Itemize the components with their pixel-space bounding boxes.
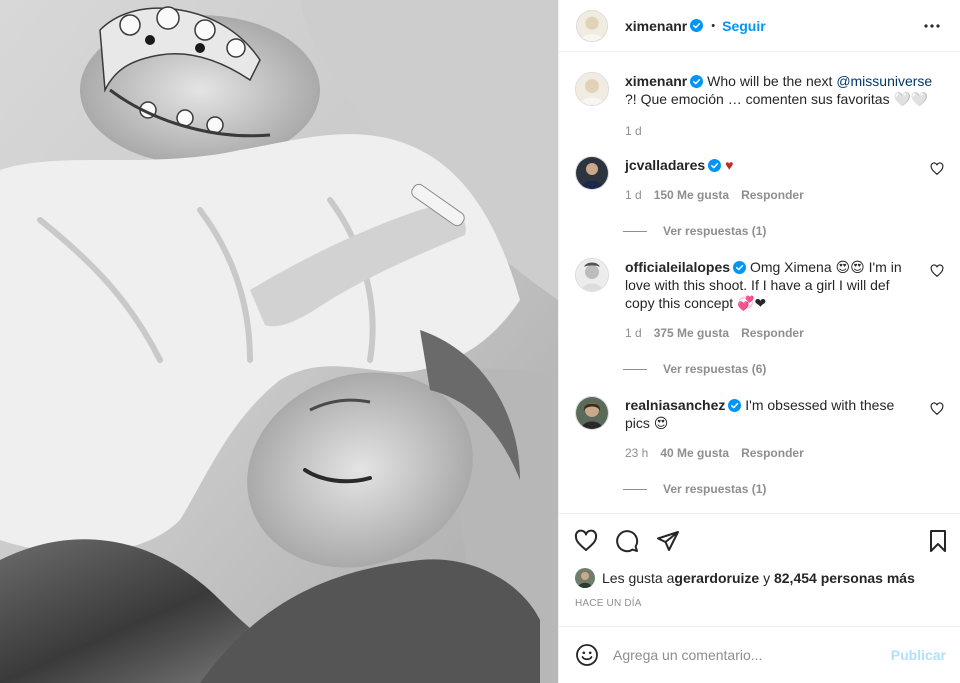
verified-badge-icon	[690, 75, 704, 88]
view-replies-button[interactable]: Ver respuestas (1)	[623, 482, 944, 496]
caption-username[interactable]: ximenanr	[625, 73, 687, 89]
verified-badge-icon	[728, 399, 742, 412]
comment-age[interactable]: 23 h	[625, 446, 648, 460]
caption-age[interactable]: 1 d	[625, 124, 642, 138]
more-horizontal-icon[interactable]	[920, 14, 944, 38]
comment-item: jcvalladares ♥ 1 d 150 Me gusta Responde…	[575, 156, 944, 202]
comment-heart-icon[interactable]	[930, 162, 944, 176]
caption-body: ximenanr Who will be the next @missunive…	[625, 72, 944, 138]
likes-summary: Les gusta a gerardoruize y 82,454 person…	[559, 568, 960, 588]
bookmark-icon[interactable]	[926, 529, 950, 553]
comment-like-count[interactable]: 375 Me gusta	[654, 326, 729, 340]
post-timestamp[interactable]: Hace un día	[559, 588, 960, 609]
view-replies-button[interactable]: Ver respuestas (6)	[623, 362, 944, 376]
paper-plane-icon[interactable]	[656, 529, 680, 553]
comment-bubble-icon[interactable]	[615, 529, 639, 553]
heart-icon[interactable]	[574, 529, 598, 553]
comment-like-count[interactable]: 150 Me gusta	[654, 188, 729, 202]
comment-text: officialeilalopes Omg Ximena 😍😍 I'm in l…	[625, 258, 918, 312]
verified-badge-icon	[733, 261, 747, 274]
liker-avatar[interactable]	[575, 568, 595, 588]
caption-author-avatar[interactable]	[575, 72, 609, 106]
comment-content: ♥	[725, 157, 734, 173]
post-photo-illustration	[0, 0, 558, 683]
comment-body: realniasanchez I'm obsessed with these p…	[625, 396, 944, 460]
comment-username[interactable]: realniasanchez	[625, 397, 725, 413]
comment-age[interactable]: 1 d	[625, 326, 642, 340]
comment-meta: 1 d 375 Me gusta Responder	[625, 326, 918, 340]
comment-meta: 23 h 40 Me gusta Responder	[625, 446, 918, 460]
author-avatar[interactable]	[576, 9, 608, 42]
view-replies-button[interactable]: Ver respuestas (1)	[623, 224, 944, 238]
post-photo[interactable]	[0, 0, 558, 683]
comment-item: officialeilalopes Omg Ximena 😍😍 I'm in l…	[575, 258, 944, 340]
likes-text-pre: Les gusta a	[602, 570, 675, 586]
reply-button[interactable]: Responder	[741, 188, 804, 202]
comment-avatar[interactable]	[575, 396, 609, 430]
comment-username[interactable]: officialeilalopes	[625, 259, 730, 275]
emoji-smile-icon[interactable]	[575, 643, 599, 667]
likes-text-mid: y	[759, 570, 774, 586]
comment-heart-icon[interactable]	[930, 264, 944, 278]
liker-username[interactable]: gerardoruize	[674, 570, 759, 586]
caption-meta: 1 d	[625, 124, 944, 138]
comments-list[interactable]: ximenanr Who will be the next @missunive…	[559, 52, 960, 514]
publish-button[interactable]: Publicar	[891, 647, 946, 663]
instagram-post: ximenanr • Seguir ximenanr Who will be t…	[0, 0, 960, 683]
comment-text: realniasanchez I'm obsessed with these p…	[625, 396, 918, 432]
comment-body: officialeilalopes Omg Ximena 😍😍 I'm in l…	[625, 258, 944, 340]
post-actions	[559, 514, 960, 568]
comment-like-count[interactable]: 40 Me gusta	[660, 446, 729, 460]
comment-meta: 1 d 150 Me gusta Responder	[625, 188, 918, 202]
caption-text-post: ?! Que emoción … comenten sus favoritas …	[625, 91, 929, 107]
post-side-panel: ximenanr • Seguir ximenanr Who will be t…	[558, 0, 960, 683]
comment-avatar[interactable]	[575, 156, 609, 190]
comment-age[interactable]: 1 d	[625, 188, 642, 202]
comment-body: jcvalladares ♥ 1 d 150 Me gusta Responde…	[625, 156, 944, 202]
comment-heart-icon[interactable]	[930, 402, 944, 416]
likes-count[interactable]: 82,454 personas más	[774, 570, 915, 586]
post-header: ximenanr • Seguir	[559, 0, 960, 52]
header-separator: •	[711, 19, 716, 32]
caption-text: ximenanr Who will be the next @missunive…	[625, 72, 944, 108]
caption-mention-link[interactable]: @missuniverse	[836, 73, 932, 89]
reply-button[interactable]: Responder	[741, 446, 804, 460]
comment-username[interactable]: jcvalladares	[625, 157, 705, 173]
comment-avatar[interactable]	[575, 258, 609, 292]
author-username[interactable]: ximenanr	[625, 18, 687, 34]
caption-text-pre: Who will be the next	[707, 73, 837, 89]
verified-badge-icon	[690, 19, 704, 32]
verified-badge-icon	[708, 159, 722, 172]
follow-button[interactable]: Seguir	[722, 18, 766, 34]
comment-item: realniasanchez I'm obsessed with these p…	[575, 396, 944, 460]
comment-text: jcvalladares ♥	[625, 156, 918, 174]
reply-button[interactable]: Responder	[741, 326, 804, 340]
caption: ximenanr Who will be the next @missunive…	[575, 72, 944, 138]
add-comment-bar: Publicar	[559, 626, 960, 682]
comment-input[interactable]	[613, 646, 891, 663]
